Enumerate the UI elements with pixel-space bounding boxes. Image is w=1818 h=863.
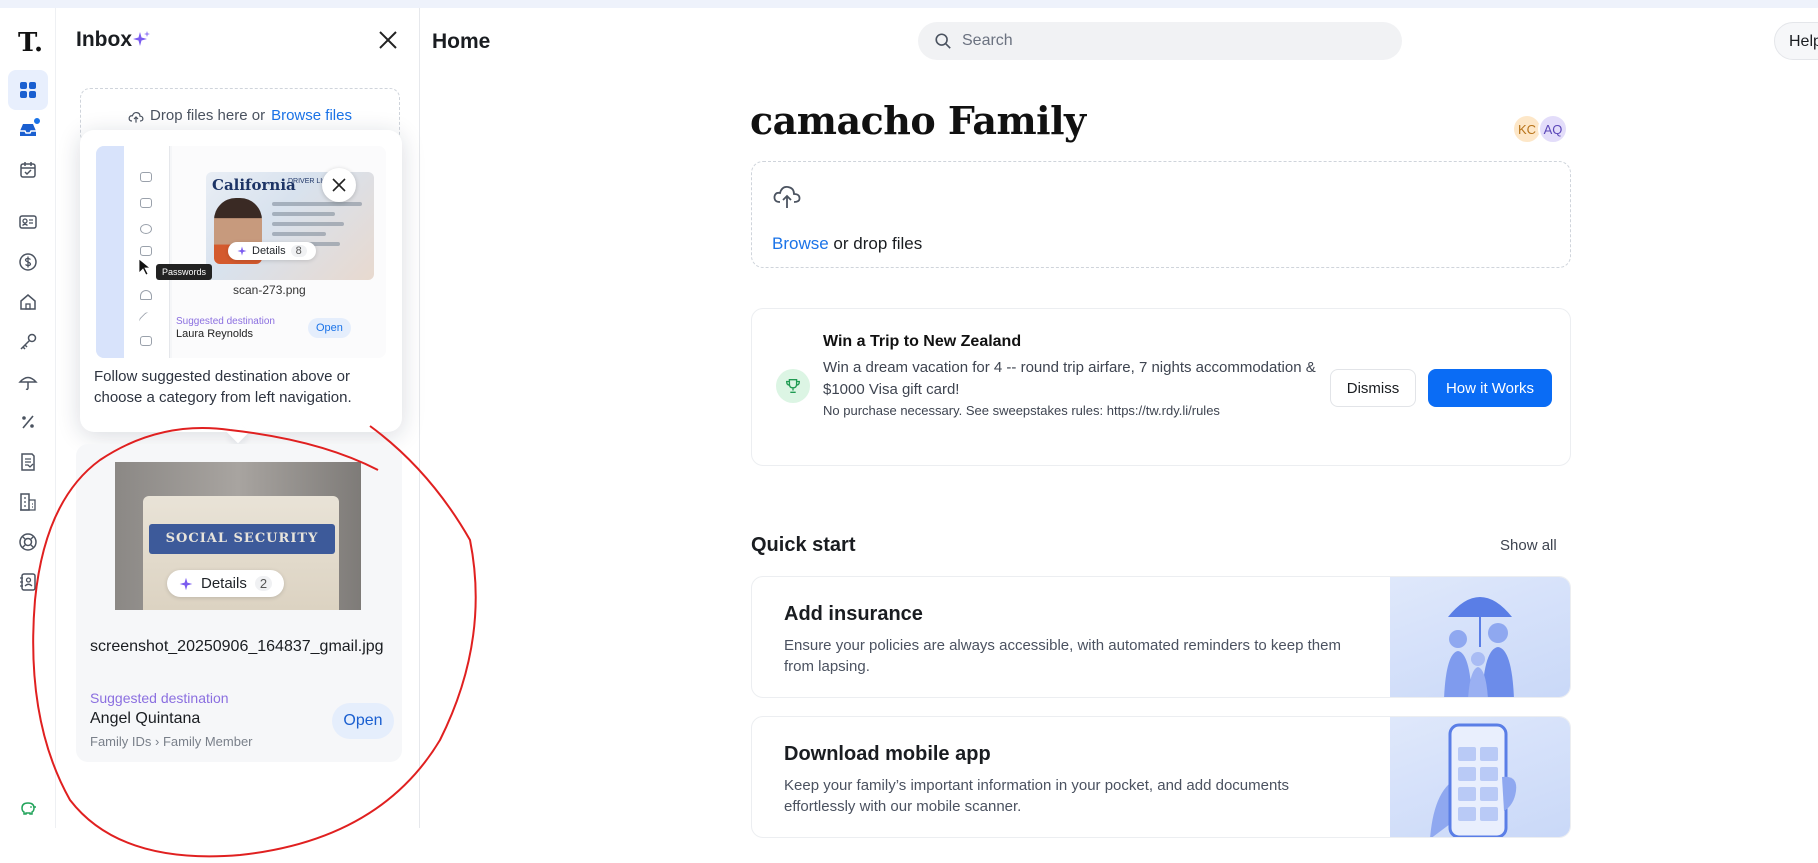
upload-cloud-icon <box>773 185 801 208</box>
show-all-link[interactable]: Show all <box>1500 537 1557 554</box>
home-icon[interactable] <box>8 282 48 322</box>
upload-label: or drop files <box>833 234 923 253</box>
promo-description: Win a dream vacation for 4 -- round trip… <box>823 359 1316 398</box>
close-icon <box>332 178 346 192</box>
top-strip <box>0 0 1818 8</box>
document-filename: screenshot_20250906_164837_gmail.jpg <box>90 638 384 655</box>
promo-card: Win a Trip to New Zealand Win a dream va… <box>751 308 1571 466</box>
dollar-icon[interactable] <box>8 242 48 282</box>
preview-stripe <box>96 146 124 358</box>
inbox-document-card[interactable]: SOCIAL SECURITY Details 2 screenshot_202… <box>76 444 402 762</box>
preview-details-count: 8 <box>290 245 307 257</box>
details-label: Details <box>201 575 247 592</box>
upload-dropzone[interactable]: Browse or drop files <box>751 161 1571 268</box>
dismiss-button[interactable]: Dismiss <box>1330 369 1416 407</box>
download-mobile-app-card[interactable]: Download mobile app Keep your family’s i… <box>751 716 1571 838</box>
how-it-works-button[interactable]: How it Works <box>1428 369 1552 407</box>
umbrella-icon[interactable] <box>8 362 48 402</box>
document-thumbnail[interactable]: SOCIAL SECURITY Details 2 <box>115 462 361 610</box>
quick-start-title: Quick start <box>751 534 856 556</box>
notification-dot <box>33 117 41 125</box>
search-placeholder: Search <box>962 32 1013 49</box>
search-input[interactable]: Search <box>918 22 1402 60</box>
suggested-path: Family IDs › Family Member <box>90 734 253 749</box>
add-insurance-card[interactable]: Add insurance Ensure your policies are a… <box>751 576 1571 698</box>
family-umbrella-illustration <box>1390 577 1570 697</box>
mobile-app-illustration <box>1390 717 1570 837</box>
suggested-destination-label: Suggested destination <box>90 690 229 706</box>
preview-open-button: Open <box>308 318 351 338</box>
id-card-icon[interactable] <box>8 202 48 242</box>
sparkle-icon <box>179 577 193 590</box>
inbox-title: Inbox <box>76 28 132 51</box>
left-navigation-rail: T. <box>0 8 56 828</box>
cursor-icon <box>138 258 152 276</box>
open-button[interactable]: Open <box>332 703 394 739</box>
search-icon <box>935 33 951 49</box>
sparkle-icon <box>133 31 150 46</box>
percent-icon[interactable] <box>8 402 48 442</box>
tip-text: Follow suggested destination above or ch… <box>94 368 352 406</box>
preview-suggested-label: Suggested destination <box>176 316 275 327</box>
inbox-icon[interactable] <box>8 110 48 150</box>
preview-filename: scan-273.png <box>233 283 306 297</box>
browse-link[interactable]: Browse <box>772 234 829 253</box>
piggy-bank-icon[interactable] <box>8 788 48 828</box>
details-count: 2 <box>254 576 273 591</box>
trophy-icon <box>776 369 810 403</box>
card-description: Ensure your policies are always accessib… <box>784 637 1341 675</box>
page-title: Home <box>432 30 491 53</box>
preview-nav <box>124 146 170 358</box>
preview-details-pill: Details 8 <box>228 242 316 260</box>
calendar-icon[interactable] <box>8 150 48 190</box>
family-title: camacho Family <box>750 98 1086 143</box>
contacts-icon[interactable] <box>8 562 48 602</box>
upload-cloud-icon <box>128 111 144 123</box>
preview-person: Laura Reynolds <box>176 328 254 340</box>
license-state: California <box>212 176 296 194</box>
help-button[interactable]: Help <box>1774 22 1818 60</box>
building-icon[interactable] <box>8 482 48 522</box>
close-icon[interactable] <box>376 28 400 52</box>
social-security-card-text: SOCIAL SECURITY <box>149 524 335 554</box>
card-title: Download mobile app <box>784 743 991 765</box>
tip-close-button[interactable] <box>322 168 356 202</box>
onboarding-tip-card: California DRIVER LICENSE Details 8 scan… <box>80 130 402 432</box>
lifebuoy-icon[interactable] <box>8 522 48 562</box>
inbox-panel: Inbox Drop files here or Browse files Ca… <box>56 8 420 828</box>
details-button[interactable]: Details 2 <box>167 570 285 597</box>
card-title: Add insurance <box>784 603 923 625</box>
suggested-person: Angel Quintana <box>90 710 201 727</box>
promo-title: Win a Trip to New Zealand <box>823 333 1022 350</box>
key-icon[interactable] <box>8 322 48 362</box>
dashboard-icon[interactable] <box>8 70 48 110</box>
app-logo[interactable]: T. <box>18 28 43 58</box>
preview-details-label: Details <box>252 245 286 257</box>
tip-preview-image: California DRIVER LICENSE Details 8 scan… <box>96 146 386 358</box>
preview-tooltip: Passwords <box>156 264 213 280</box>
card-description: Keep your family’s important information… <box>784 777 1289 815</box>
document-icon[interactable] <box>8 442 48 482</box>
promo-rules: No purchase necessary. See sweepstakes r… <box>823 403 1220 418</box>
avatar[interactable]: AQ <box>1538 114 1568 144</box>
sparkle-icon <box>237 246 247 256</box>
upload-text: Browse or drop files <box>772 234 922 254</box>
